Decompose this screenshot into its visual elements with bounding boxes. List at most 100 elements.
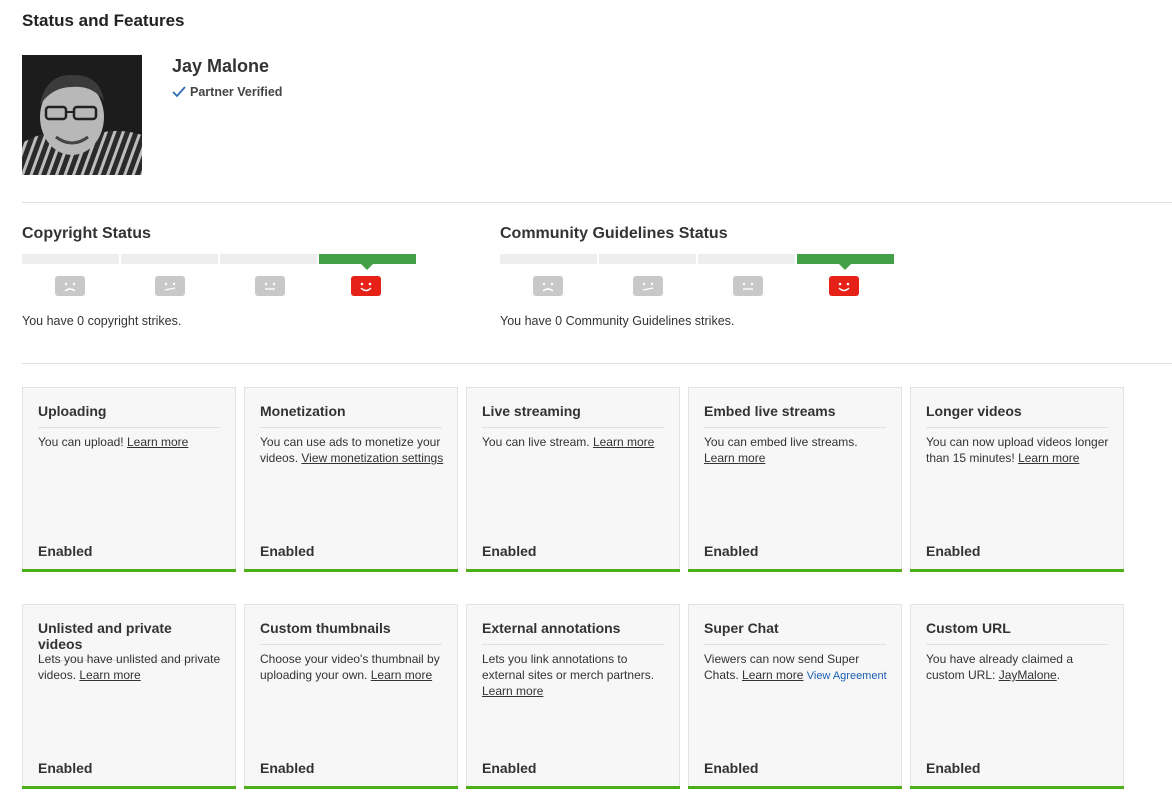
- feature-text-suffix: .: [1056, 668, 1061, 682]
- feature-status: Enabled: [926, 760, 981, 776]
- learn-more-link[interactable]: Learn more: [704, 451, 765, 465]
- strike-segment: [599, 254, 696, 264]
- feature-description: You can live stream. Learn more: [482, 434, 667, 450]
- feature-description: You can use ads to monetize your videos.…: [260, 434, 445, 466]
- feature-card-live-streaming: Live streaming You can live stream. Lear…: [466, 387, 680, 572]
- channel-name: Jay Malone: [172, 56, 270, 76]
- custom-url-link[interactable]: JayMalone: [999, 668, 1057, 682]
- feature-status: Enabled: [926, 543, 981, 559]
- strike-segment: [22, 254, 119, 264]
- pointer-icon: [361, 264, 373, 270]
- enabled-bar: [22, 786, 236, 789]
- view-agreement-link[interactable]: View Agreement: [807, 670, 887, 682]
- checkmark-icon: [172, 86, 186, 98]
- divider: [22, 202, 1172, 203]
- feature-card-external-annotations: External annotations Lets you link annot…: [466, 604, 680, 789]
- feature-description: You have already claimed a custom URL: J…: [926, 651, 1111, 683]
- feature-description: Viewers can now send Super Chats. Learn …: [704, 651, 889, 684]
- feature-status: Enabled: [482, 760, 537, 776]
- smile-face-icon: [351, 276, 381, 296]
- feature-card-custom-thumbnails: Custom thumbnails Choose your video's th…: [244, 604, 458, 789]
- feature-title: Uploading: [38, 403, 220, 428]
- strike-segment-active: [319, 254, 416, 270]
- community-status-bar: [500, 254, 896, 270]
- view-monetization-settings-link[interactable]: View monetization settings: [301, 451, 443, 465]
- feature-card-super-chat: Super Chat Viewers can now send Super Ch…: [688, 604, 902, 789]
- feature-title: Monetization: [260, 403, 442, 428]
- feature-description: You can now upload videos longer than 15…: [926, 434, 1111, 466]
- neutral-face-icon: [255, 276, 285, 296]
- enabled-bar: [910, 569, 1124, 572]
- feature-title: Custom thumbnails: [260, 620, 442, 645]
- feature-card-custom-url: Custom URL You have already claimed a cu…: [910, 604, 1124, 789]
- frown-face-icon: [533, 276, 563, 296]
- enabled-bar: [466, 786, 680, 789]
- feature-text: Lets you link annotations to external si…: [482, 652, 655, 682]
- copyright-strikes-text: You have 0 copyright strikes.: [22, 314, 182, 328]
- copyright-status-bar: [22, 254, 418, 270]
- feature-status: Enabled: [704, 760, 759, 776]
- enabled-bar: [466, 569, 680, 572]
- avatar[interactable]: [22, 55, 142, 175]
- feature-status: Enabled: [482, 543, 537, 559]
- copyright-status: Copyright Status You have 0 copyright st…: [22, 224, 422, 328]
- community-strikes-text: You have 0 Community Guidelines strikes.: [500, 314, 735, 328]
- feature-title: Embed live streams: [704, 403, 886, 428]
- feature-card-monetization: Monetization You can use ads to monetize…: [244, 387, 458, 572]
- enabled-bar: [244, 786, 458, 789]
- learn-more-link[interactable]: Learn more: [482, 684, 543, 698]
- feature-card-longer-videos: Longer videos You can now upload videos …: [910, 387, 1124, 572]
- uneasy-face-icon: [155, 276, 185, 296]
- divider: [22, 363, 1172, 364]
- feature-title: Super Chat: [704, 620, 886, 645]
- learn-more-link[interactable]: Learn more: [371, 668, 432, 682]
- feature-card-unlisted-private-videos: Unlisted and private videos Lets you hav…: [22, 604, 236, 789]
- feature-title: Longer videos: [926, 403, 1108, 428]
- community-status-title: Community Guidelines Status: [500, 225, 728, 242]
- feature-title: Custom URL: [926, 620, 1108, 645]
- feature-title: External annotations: [482, 620, 664, 645]
- learn-more-link[interactable]: Learn more: [127, 435, 188, 449]
- learn-more-link[interactable]: Learn more: [593, 435, 654, 449]
- pointer-icon: [839, 264, 851, 270]
- strike-segment: [500, 254, 597, 264]
- feature-status: Enabled: [38, 543, 93, 559]
- strike-segment-active: [797, 254, 894, 270]
- feature-text: You can upload!: [38, 435, 127, 449]
- feature-description: Lets you have unlisted and private video…: [38, 651, 223, 683]
- enabled-bar: [688, 569, 902, 572]
- enabled-bar: [910, 786, 1124, 789]
- feature-text: You can embed live streams.: [704, 435, 858, 449]
- learn-more-link[interactable]: Learn more: [1018, 451, 1079, 465]
- community-guidelines-status: Community Guidelines Status You have 0 C…: [500, 224, 900, 328]
- feature-description: You can embed live streams. Learn more: [704, 434, 889, 466]
- enabled-bar: [244, 569, 458, 572]
- strike-segment: [220, 254, 317, 264]
- copyright-status-title: Copyright Status: [22, 225, 151, 242]
- enabled-bar: [688, 786, 902, 789]
- feature-description: You can upload! Learn more: [38, 434, 223, 450]
- neutral-face-icon: [733, 276, 763, 296]
- feature-status: Enabled: [260, 760, 315, 776]
- enabled-bar: [22, 569, 236, 572]
- verified-label: Partner Verified: [190, 85, 283, 99]
- feature-status: Enabled: [38, 760, 93, 776]
- feature-description: Choose your video's thumbnail by uploadi…: [260, 651, 445, 683]
- uneasy-face-icon: [633, 276, 663, 296]
- feature-status: Enabled: [704, 543, 759, 559]
- feature-text: You can live stream.: [482, 435, 593, 449]
- feature-card-embed-live-streams: Embed live streams You can embed live st…: [688, 387, 902, 572]
- learn-more-link[interactable]: Learn more: [742, 668, 803, 682]
- verified-status: Partner Verified: [172, 85, 282, 99]
- page-title: Status and Features: [22, 11, 185, 30]
- strike-segment: [698, 254, 795, 264]
- feature-description: Lets you link annotations to external si…: [482, 651, 667, 699]
- feature-card-uploading: Uploading You can upload! Learn more Ena…: [22, 387, 236, 572]
- feature-title: Live streaming: [482, 403, 664, 428]
- strike-segment: [121, 254, 218, 264]
- avatar-image: [22, 55, 142, 175]
- learn-more-link[interactable]: Learn more: [79, 668, 140, 682]
- frown-face-icon: [55, 276, 85, 296]
- smile-face-icon: [829, 276, 859, 296]
- feature-status: Enabled: [260, 543, 315, 559]
